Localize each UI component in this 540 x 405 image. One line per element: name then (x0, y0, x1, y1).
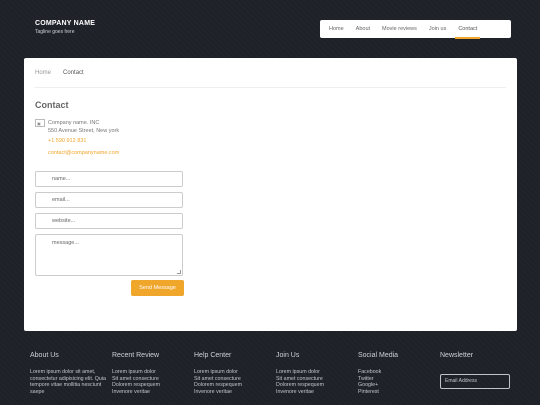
footer-social-title: Social Media (358, 352, 399, 359)
broken-image-icon: ▣ (35, 119, 45, 127)
nav-item-home[interactable]: Home (323, 20, 350, 38)
page-title: Contact (35, 100, 69, 110)
footer-recent-review: Recent Review Lorem ipsum dolor Sit amet… (112, 352, 192, 395)
footer-join-item[interactable]: Invenore veritae (276, 389, 356, 396)
company-name: COMPANY NAME (35, 20, 96, 27)
social-link-pinterest[interactable]: Pinterest (358, 389, 438, 396)
breadcrumb-current: Contact (63, 70, 84, 76)
footer-recent-item[interactable]: Invenore veritae (112, 389, 192, 396)
main-nav: Home About Movie reviews Join us Contact (320, 20, 511, 39)
name-input[interactable] (35, 171, 183, 187)
footer-join-title: Join Us (276, 352, 300, 359)
footer-social-media: Social Media Facebook Twitter Google+ Pi… (358, 352, 438, 395)
send-message-button[interactable]: Send Message (131, 280, 184, 296)
address-block: ▣ Company name. INC 550 Avenue Street, N… (35, 119, 119, 135)
brand[interactable]: COMPANY NAME Tagline goes here (35, 20, 95, 35)
address-company: Company name. INC (48, 120, 100, 126)
footer: About Us Lorem ipsum dolor sit amet, con… (0, 350, 540, 405)
divider (35, 87, 506, 88)
resize-handle-icon[interactable] (177, 270, 181, 274)
footer-recent-title: Recent Review (112, 352, 160, 359)
footer-help-item[interactable]: Invenore veritae (194, 389, 274, 396)
footer-join-us: Join Us Lorem ipsum dolor Sit amet conse… (276, 352, 356, 395)
email-input[interactable] (35, 192, 183, 208)
website-input[interactable] (35, 213, 183, 229)
phone-link[interactable]: +1 590 912 831 (48, 138, 86, 144)
address-street: 550 Avenue Street, New york (48, 128, 120, 134)
tagline: Tagline goes here (35, 29, 75, 35)
nav-item-movie-reviews[interactable]: Movie reviews (376, 20, 423, 38)
nav-item-contact[interactable]: Contact (452, 20, 483, 39)
footer-about-text: Lorem ipsum dolor sit amet, consectetur … (30, 369, 106, 395)
breadcrumb: Home Contact (35, 70, 84, 76)
newsletter-email-input[interactable] (440, 373, 510, 389)
footer-newsletter: Newsletter (440, 352, 520, 389)
footer-about-title: About Us (30, 352, 59, 359)
nav-item-join-us[interactable]: Join us (423, 20, 452, 38)
footer-about: About Us Lorem ipsum dolor sit amet, con… (30, 352, 110, 395)
footer-help-title: Help Center (194, 352, 232, 359)
email-link[interactable]: contact@companyname.com (48, 150, 119, 156)
nav-item-about[interactable]: About (350, 20, 376, 38)
footer-help-center: Help Center Lorem ipsum dolor Sit amet c… (194, 352, 274, 395)
breadcrumb-home-link[interactable]: Home (35, 70, 51, 76)
footer-newsletter-title: Newsletter (440, 352, 474, 359)
message-textarea[interactable] (35, 234, 183, 276)
content-card: Home Contact Contact ▣ Company name. INC… (24, 58, 517, 331)
